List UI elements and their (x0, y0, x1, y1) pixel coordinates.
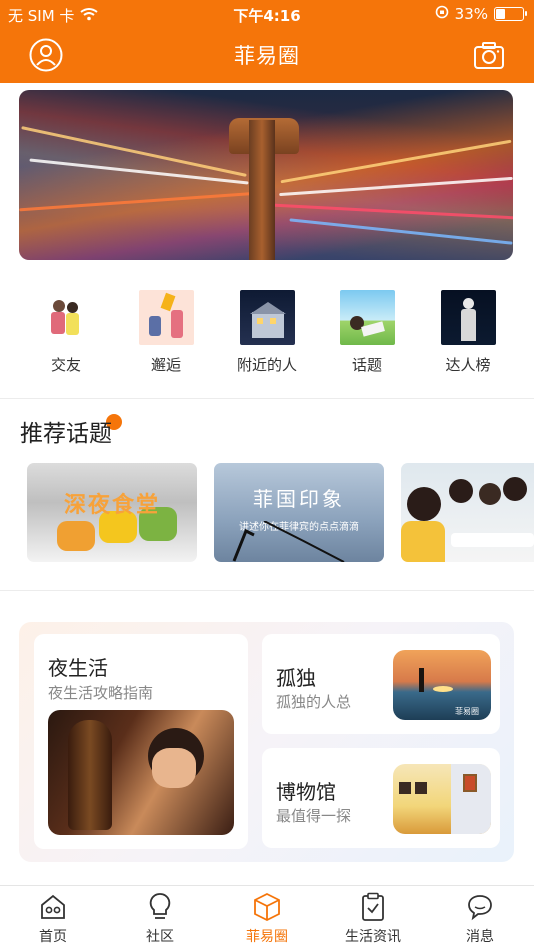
category-row: 交友 邂逅 附近的人 话题 达人榜 (0, 290, 534, 380)
home-icon (41, 894, 65, 919)
section-divider (0, 398, 534, 399)
topic-card-caption: 深夜食堂 (63, 493, 160, 518)
climber-silhouette (232, 521, 345, 562)
tab-label: 首页 (39, 929, 67, 945)
lonely-image: 菲易圈 (393, 650, 491, 720)
top-bar: 无 SIM 卡 下午4:16 33% 菲易圈 (0, 0, 534, 83)
category-label: 交友 (50, 356, 81, 374)
camera-icon (474, 42, 504, 69)
camera-button[interactable] (470, 36, 508, 74)
nav-bar: 菲易圈 (0, 28, 534, 83)
category-nearby-people[interactable]: 附近的人 (227, 290, 307, 375)
battery-percent: 33% (454, 5, 488, 23)
feature-subtitle: 夜生活攻略指南 (48, 684, 154, 702)
nearby-people-thumb (239, 290, 295, 345)
tab-messages[interactable]: 消息 (435, 892, 525, 946)
tab-label: 社区 (146, 929, 174, 945)
topic-thumb (339, 290, 395, 345)
feature-title: 博物馆 (276, 780, 336, 804)
section-divider (0, 590, 534, 591)
clipboard-check-icon (362, 892, 384, 921)
tab-label: 消息 (466, 929, 494, 945)
hero-banner[interactable] (19, 90, 513, 260)
category-topic[interactable]: 话题 (327, 290, 407, 375)
category-label: 邂逅 (150, 356, 181, 374)
lightbulb-icon (149, 893, 171, 919)
tab-life-news[interactable]: 生活资讯 (328, 892, 418, 946)
feature-title: 孤独 (276, 666, 316, 690)
lonely-image-watermark: 菲易圈 (455, 707, 479, 716)
battery-icon (494, 7, 527, 21)
orientation-lock-icon (435, 5, 449, 23)
feature-subtitle: 最值得一探 (276, 807, 352, 825)
category-label: 达人榜 (445, 356, 491, 374)
page-title: 菲易圈 (234, 44, 300, 68)
chat-bubble-icon (468, 895, 492, 921)
tab-label: 菲易圈 (246, 929, 288, 945)
feature-card-museum[interactable]: 博物馆 最值得一探 (262, 748, 500, 848)
topic-card-caption: 菲国印象 (253, 487, 345, 511)
feature-panel: 夜生活 夜生活攻略指南 孤独 孤独的人总 菲易圈 博物馆 最值得一探 (19, 622, 514, 862)
museum-image (393, 764, 491, 834)
category-label: 附近的人 (236, 356, 297, 374)
status-bar: 无 SIM 卡 下午4:16 33% (0, 0, 534, 28)
tab-feiyiquan[interactable]: 菲易圈 (222, 892, 312, 946)
nightlife-image (48, 710, 234, 835)
section-title: 推荐话题 (20, 421, 112, 447)
topic-card-friends-gathering[interactable] (401, 463, 534, 562)
banner-pole (249, 120, 275, 260)
category-leaderboard[interactable]: 达人榜 (428, 290, 508, 375)
feature-card-nightlife[interactable]: 夜生活 夜生活攻略指南 (34, 634, 248, 849)
tab-community[interactable]: 社区 (115, 892, 205, 946)
feature-card-lonely[interactable]: 孤独 孤独的人总 菲易圈 (262, 634, 500, 734)
category-encounter[interactable]: 邂逅 (126, 290, 206, 375)
mooncake-image (57, 521, 95, 551)
cube-icon (254, 892, 280, 922)
topic-card-midnight-diner[interactable]: 深夜食堂 (27, 463, 197, 562)
category-label: 话题 (351, 356, 382, 374)
tab-label: 生活资讯 (345, 929, 401, 945)
topic-card-philippines-impression[interactable]: 菲国印象 讲述你在菲律宾的点点滴滴 (214, 463, 384, 562)
make-friends-thumb (38, 290, 94, 345)
feature-title: 夜生活 (48, 656, 108, 680)
tab-home[interactable]: 首页 (8, 892, 98, 946)
category-make-friends[interactable]: 交友 (26, 290, 106, 375)
feature-subtitle: 孤独的人总 (276, 693, 352, 711)
encounter-thumb (138, 290, 194, 345)
bottom-tab-bar: 首页 社区 菲易圈 生活资讯 消息 (0, 885, 534, 950)
leaderboard-thumb (440, 290, 496, 345)
